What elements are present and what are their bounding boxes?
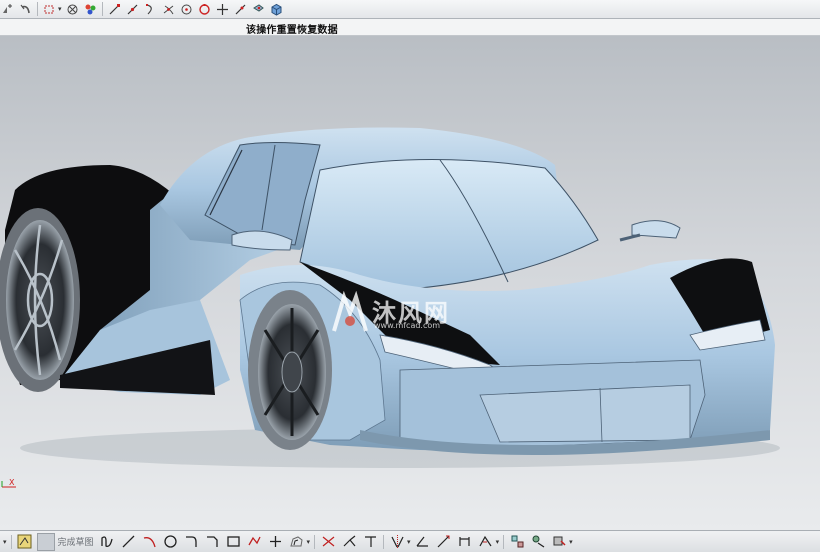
toolbar-separator: [314, 534, 316, 549]
control-point-icon[interactable]: [143, 2, 158, 17]
toolbar-separator: [101, 2, 103, 16]
cue-line: 该操作重置恢复数据: [0, 19, 820, 36]
cue-message: 该操作重置恢复数据: [246, 25, 338, 36]
mirror-curve-icon[interactable]: [388, 533, 406, 551]
chevron-down-icon[interactable]: ▾: [496, 538, 500, 546]
chamfer-icon[interactable]: [204, 533, 222, 551]
rapid-dimension-icon[interactable]: [435, 533, 453, 551]
geometric-constraint-icon[interactable]: [414, 533, 432, 551]
move-icon[interactable]: [0, 2, 15, 17]
polygon-icon[interactable]: [246, 533, 264, 551]
make-corner-icon[interactable]: [361, 533, 379, 551]
midpoint-icon[interactable]: [125, 2, 140, 17]
quick-trim-icon[interactable]: [319, 533, 337, 551]
line-icon[interactable]: [120, 533, 138, 551]
fillet-icon[interactable]: [183, 533, 201, 551]
intersection-icon[interactable]: [161, 2, 176, 17]
point-on-face-icon[interactable]: [251, 2, 266, 17]
snap-color-icon[interactable]: [83, 2, 98, 17]
finish-sketch-icon: [36, 532, 55, 551]
existing-point-icon[interactable]: [215, 2, 230, 17]
selection-box-icon[interactable]: [42, 2, 57, 17]
chevron-down-icon[interactable]: ▾: [58, 5, 62, 13]
undo-arrow-icon[interactable]: [18, 2, 33, 17]
auto-constrain-icon[interactable]: [477, 533, 495, 551]
sketch-icon[interactable]: [16, 533, 34, 551]
arc-icon[interactable]: [141, 533, 159, 551]
convert-reference-icon[interactable]: [550, 533, 568, 551]
toolbar-separator: [37, 2, 38, 16]
solid-body-icon[interactable]: [269, 2, 284, 17]
profile-icon[interactable]: [99, 533, 117, 551]
snap-toolbar: ▾: [0, 0, 820, 19]
car-model-render: [0, 127, 780, 468]
chevron-down-icon[interactable]: ▾: [569, 538, 573, 546]
finish-sketch-button[interactable]: 完成草图: [36, 532, 96, 551]
snap-point-icon[interactable]: [65, 2, 80, 17]
endpoint-icon[interactable]: [107, 2, 122, 17]
finish-sketch-label: 完成草图: [57, 538, 94, 548]
rectangle-icon[interactable]: [225, 533, 243, 551]
animate-dimension-icon[interactable]: [529, 533, 547, 551]
quick-extend-icon[interactable]: [340, 533, 358, 551]
point-icon[interactable]: [267, 533, 285, 551]
graphics-viewport[interactable]: 沐风网 www.mfcad.com: [0, 36, 820, 530]
chevron-down-icon[interactable]: ▾: [307, 538, 311, 546]
toolbar-separator: [10, 534, 12, 549]
toolbar-separator: [503, 534, 505, 549]
chevron-down-icon[interactable]: ▾: [3, 538, 7, 546]
offset-curve-icon[interactable]: [288, 533, 306, 551]
toolbar-separator: [383, 534, 385, 549]
sketch-toolbar: ▾ 完成草图 ▾ ▾ ▾ ▾: [0, 530, 820, 552]
point-on-curve-icon[interactable]: [233, 2, 248, 17]
circle-icon[interactable]: [162, 533, 180, 551]
dimension-icon[interactable]: [456, 533, 474, 551]
chevron-down-icon[interactable]: ▾: [407, 538, 411, 546]
show-constraints-icon[interactable]: [508, 533, 526, 551]
quadrant-point-icon[interactable]: [197, 2, 212, 17]
triad-x-label: X: [9, 478, 15, 487]
arc-center-icon[interactable]: [179, 2, 194, 17]
